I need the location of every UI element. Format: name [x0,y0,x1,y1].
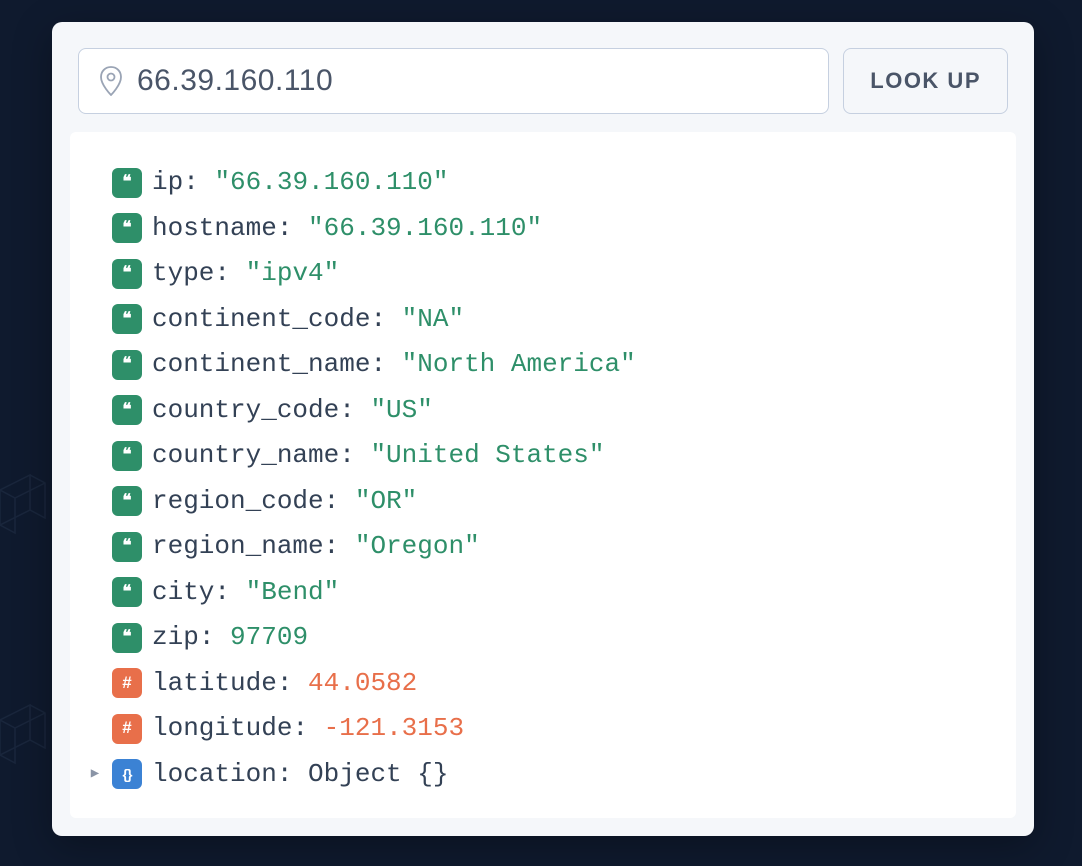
result-key: type [152,258,214,288]
result-row-region_name: ❝ region_name: "Oregon" [88,524,1016,570]
result-entry: longitude: -121.3153 [152,706,464,752]
result-key: city [152,577,214,607]
result-value: 44.0582 [308,668,417,698]
result-key: region_name [152,531,324,561]
result-value: -121.3153 [324,713,464,743]
result-row-country_name: ❝ country_name: "United States" [88,433,1016,479]
search-row: LOOK UP [52,22,1034,132]
result-entry: ip: "66.39.160.110" [152,160,448,206]
result-key: country_code [152,395,339,425]
result-key: hostname [152,213,277,243]
result-row-continent_name: ❝ continent_name: "North America" [88,342,1016,388]
ip-search-input[interactable] [137,64,808,98]
string-type-icon: ❝ [112,304,142,334]
result-row-zip: ❝ zip: 97709 [88,615,1016,661]
result-row-hostname: ❝ hostname: "66.39.160.110" [88,206,1016,252]
result-entry: location: Object {} [152,752,448,798]
result-row-region_code: ❝ region_code: "OR" [88,479,1016,525]
result-key: ip [152,167,183,197]
result-entry: type: "ipv4" [152,251,339,297]
result-row-location[interactable]: ▶ {} location: Object {} [88,752,1016,798]
result-value: "ipv4" [246,258,340,288]
string-type-icon: ❝ [112,168,142,198]
result-entry: city: "Bend" [152,570,339,616]
result-value: "Oregon" [355,531,480,561]
result-entry: region_code: "OR" [152,479,417,525]
result-value: "66.39.160.110" [214,167,448,197]
result-row-ip: ❝ ip: "66.39.160.110" [88,160,1016,206]
string-type-icon: ❝ [112,213,142,243]
location-pin-icon [99,66,123,96]
result-key: region_code [152,486,324,516]
result-row-continent_code: ❝ continent_code: "NA" [88,297,1016,343]
result-entry: latitude: 44.0582 [152,661,417,707]
result-row-country_code: ❝ country_code: "US" [88,388,1016,434]
result-value: "NA" [402,304,464,334]
result-row-type: ❝ type: "ipv4" [88,251,1016,297]
results-tree[interactable]: ❝ ip: "66.39.160.110" ❝ hostname: "66.39.16… [70,132,1016,818]
expand-arrow-icon[interactable]: ▶ [88,762,102,787]
result-value: "OR" [355,486,417,516]
result-entry: continent_name: "North America" [152,342,636,388]
result-key: latitude [152,668,277,698]
string-type-icon: ❝ [112,532,142,562]
result-key: zip [152,622,199,652]
string-type-icon: ❝ [112,577,142,607]
result-key: location [152,759,277,789]
background-decoration [0,0,60,866]
result-key: longitude [152,713,292,743]
result-value: "Bend" [246,577,340,607]
lookup-panel: LOOK UP ❝ ip: "66.39.160.110" ❝ hostname: "… [52,22,1034,836]
result-entry: zip: 97709 [152,615,308,661]
result-entry: region_name: "Oregon" [152,524,480,570]
result-value: "US" [370,395,432,425]
result-value: "North America" [402,349,636,379]
number-type-icon: # [112,714,142,744]
result-row-city: ❝ city: "Bend" [88,570,1016,616]
search-box[interactable] [78,48,829,114]
object-type-icon: {} [112,759,142,789]
result-value: Object {} [308,759,448,789]
string-type-icon: ❝ [112,350,142,380]
result-entry: hostname: "66.39.160.110" [152,206,542,252]
number-type-icon: # [112,668,142,698]
result-entry: continent_code: "NA" [152,297,464,343]
string-type-icon: ❝ [112,259,142,289]
result-value: 97709 [230,622,308,652]
result-row-longitude: # longitude: -121.3153 [88,706,1016,752]
result-key: country_name [152,440,339,470]
lookup-button[interactable]: LOOK UP [843,48,1008,114]
string-type-icon: ❝ [112,441,142,471]
result-key: continent_code [152,304,370,334]
result-entry: country_code: "US" [152,388,433,434]
result-value: "United States" [370,440,604,470]
result-value: "66.39.160.110" [308,213,542,243]
result-entry: country_name: "United States" [152,433,605,479]
result-key: continent_name [152,349,370,379]
string-type-icon: ❝ [112,486,142,516]
string-type-icon: ❝ [112,623,142,653]
result-row-latitude: # latitude: 44.0582 [88,661,1016,707]
string-type-icon: ❝ [112,395,142,425]
